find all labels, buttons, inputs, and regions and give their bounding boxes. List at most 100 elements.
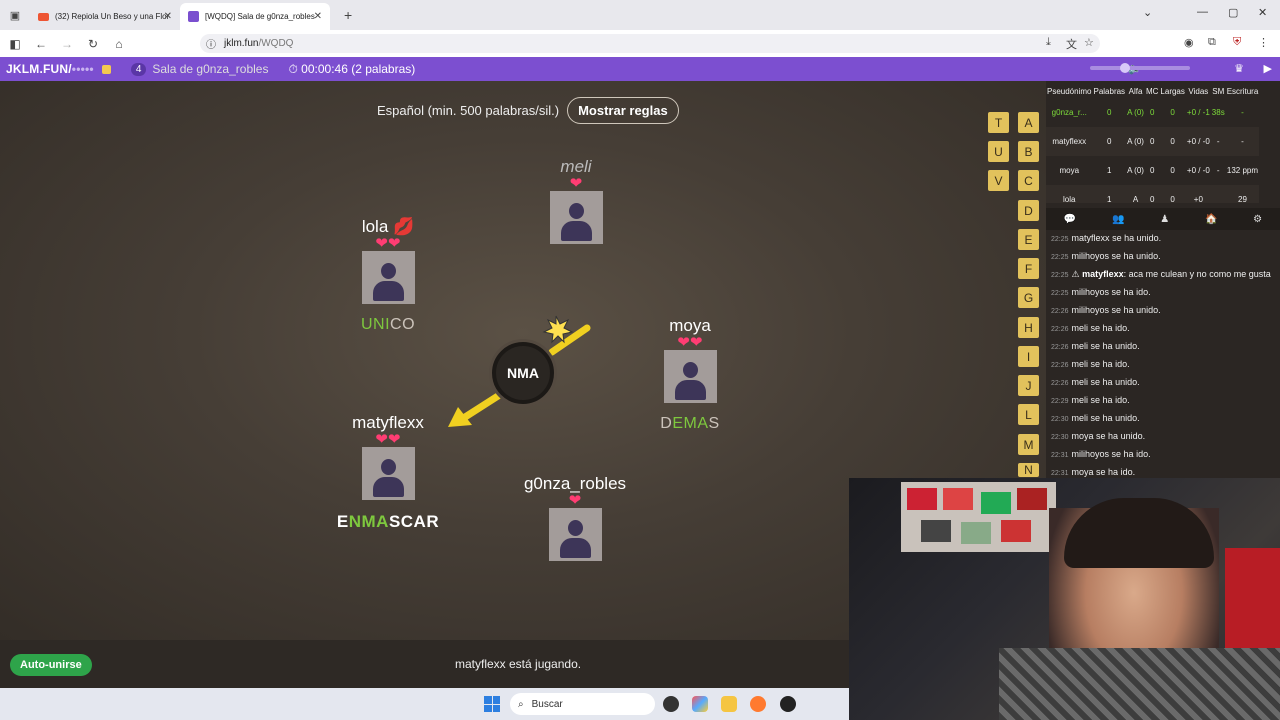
- show-rules-button[interactable]: Mostrar reglas: [567, 97, 679, 124]
- bonus-letter: U: [988, 141, 1009, 162]
- url-path: /WQDQ: [258, 38, 294, 49]
- menu-icon[interactable]: ⋮: [1258, 36, 1269, 49]
- chat-message: 22:26 meli se ha unido.: [1051, 377, 1140, 387]
- lives-hearts-icon: ❤❤: [375, 431, 401, 448]
- tab-title: [WQDQ] Sala de g0nza_robles: [205, 12, 315, 21]
- tab-list-icon[interactable]: ▣: [0, 9, 30, 22]
- chat-message: 22:30 meli se ha unido.: [1051, 413, 1140, 423]
- url-host: jklm.fun: [224, 38, 259, 49]
- collapse-sidebar-icon[interactable]: ▶: [1264, 62, 1272, 75]
- back-icon[interactable]: ←: [30, 37, 52, 51]
- chat-message: 22:31 milihoyos se ha ido.: [1051, 449, 1151, 459]
- site-info-icon[interactable]: ⓘ: [206, 36, 216, 51]
- shield-extension-icon[interactable]: ⛨: [1233, 36, 1241, 49]
- bonus-letter: G: [1018, 287, 1039, 308]
- player-count-badge: 4: [130, 62, 147, 76]
- bookmark-star-icon[interactable]: ☆: [1084, 36, 1094, 49]
- player-name: lola 💋: [361, 217, 415, 236]
- sidebar-toggle-icon[interactable]: ◧: [4, 37, 26, 51]
- windows-start-icon[interactable]: [484, 696, 500, 712]
- firefox-icon[interactable]: [750, 696, 766, 712]
- volume-knob[interactable]: [1120, 63, 1130, 73]
- dictionary-label: Español (min. 500 palabras/sil.): [377, 103, 560, 118]
- players-tab-icon[interactable]: 👥: [1112, 214, 1124, 225]
- sidebar-tabs: 💬 👥 ♟ 🏠 ⚙: [1046, 208, 1280, 230]
- webcam-overlay: [849, 478, 1280, 720]
- lives-hearts-icon: ❤❤: [677, 334, 703, 351]
- bonus-letter: I: [1018, 346, 1039, 367]
- app-icon[interactable]: [780, 696, 796, 712]
- col-header[interactable]: Largas: [1159, 81, 1185, 98]
- close-tab-icon[interactable]: ✕: [164, 11, 172, 22]
- translate-icon[interactable]: 文: [1066, 36, 1077, 52]
- col-header[interactable]: Vidas: [1186, 81, 1211, 98]
- copilot-icon[interactable]: [692, 696, 708, 712]
- browser-tab-jklm[interactable]: [WQDQ] Sala de g0nza_robles ✕: [180, 3, 330, 30]
- rules-bar: Español (min. 500 palabras/sil.) Mostrar…: [377, 97, 679, 124]
- player-lola: lola 💋 ❤❤ UNICO: [308, 217, 468, 334]
- settings-tab-icon[interactable]: ⚙: [1253, 214, 1262, 225]
- browser-tab-strip: ▣ (32) Repiola Un Beso y una Flor ✕ [WQD…: [0, 0, 1280, 30]
- bonus-letter: V: [988, 170, 1009, 191]
- chat-message: 22:26 meli se ha ido.: [1051, 359, 1130, 369]
- chat-tab-icon[interactable]: 💬: [1064, 214, 1076, 225]
- windows-taskbar: ⌕ Buscar: [0, 688, 849, 720]
- youtube-favicon-icon: [38, 12, 49, 21]
- bonus-letter: E: [1018, 229, 1039, 250]
- col-header[interactable]: MC: [1145, 81, 1159, 98]
- last-word: UNICO: [360, 316, 416, 333]
- lock-icon[interactable]: [101, 64, 111, 74]
- player-name: moya: [669, 316, 711, 335]
- col-header[interactable]: SM: [1211, 81, 1226, 98]
- last-word: DEMAS: [660, 415, 720, 432]
- chat-message: 22:26 meli se ha ido.: [1051, 323, 1130, 333]
- close-tab-icon[interactable]: ✕: [314, 11, 322, 22]
- account-icon[interactable]: ◉: [1184, 36, 1194, 49]
- chat-message: 22:30 moya se ha unido.: [1051, 431, 1146, 441]
- bonus-letter: M: [1018, 434, 1039, 455]
- home-icon[interactable]: ⌂: [108, 37, 130, 51]
- forward-icon[interactable]: →: [56, 37, 78, 51]
- col-header[interactable]: Alfa: [1126, 81, 1145, 98]
- bonus-letter: C: [1018, 170, 1039, 191]
- avatar: [663, 350, 717, 403]
- bonus-letter: J: [1018, 375, 1039, 396]
- maximize-icon[interactable]: ▢: [1228, 6, 1238, 19]
- bomb-syllable: NMA: [492, 342, 554, 404]
- bonus-letter: D: [1018, 200, 1039, 221]
- tab-dropdown-icon[interactable]: ⌄: [1143, 6, 1152, 19]
- room-name: Sala de g0nza_robles: [152, 62, 269, 76]
- extensions-icon[interactable]: ⧉: [1208, 36, 1216, 49]
- file-explorer-icon[interactable]: [721, 696, 737, 712]
- site-brand[interactable]: JKLM.FUN/•••••: [6, 62, 94, 76]
- avatar: [548, 508, 602, 561]
- close-window-icon[interactable]: ✕: [1258, 6, 1267, 19]
- chat-message: 22:25 milihoyos se ha unido.: [1051, 251, 1161, 261]
- minimize-icon[interactable]: —: [1197, 6, 1208, 18]
- sidebar: Pseudónimo Palabras Alfa MC Largas Vidas…: [1046, 81, 1280, 481]
- avatar: [361, 251, 415, 304]
- download-icon[interactable]: ⤓: [1046, 36, 1051, 49]
- col-header[interactable]: Pseudónimo: [1046, 81, 1092, 98]
- address-bar[interactable]: ⓘ jklm.fun/WQDQ: [200, 34, 1100, 53]
- volume-slider[interactable]: [1090, 63, 1190, 73]
- auto-join-button[interactable]: Auto-unirse: [10, 654, 92, 676]
- col-header[interactable]: Palabras: [1092, 81, 1126, 98]
- chat-log[interactable]: 22:25 matyflexx se ha unido. 22:25 milihoy…: [1046, 230, 1276, 480]
- player-name: g0nza_robles: [523, 474, 627, 493]
- player-name: meli: [560, 157, 592, 176]
- reload-icon[interactable]: ↻: [82, 37, 104, 51]
- stats-tab-icon[interactable]: ♟: [1160, 214, 1169, 225]
- taskbar-search[interactable]: ⌕ Buscar: [510, 693, 655, 715]
- col-header[interactable]: Escritura: [1226, 81, 1260, 98]
- search-icon: ⌕: [518, 698, 524, 710]
- crown-icon[interactable]: ♛: [1234, 62, 1244, 75]
- app-icon[interactable]: [663, 696, 679, 712]
- browser-tab-youtube[interactable]: (32) Repiola Un Beso y una Flor ✕: [30, 3, 180, 30]
- lives-hearts-icon: ❤: [569, 175, 583, 192]
- bonus-letter: B: [1018, 141, 1039, 162]
- new-tab-icon[interactable]: +: [344, 7, 352, 23]
- lives-hearts-icon: ❤❤: [375, 235, 401, 252]
- room-tab-icon[interactable]: 🏠: [1205, 214, 1217, 225]
- table-row: matyflexx 0 A (0) 0 0 +0 / -0- -: [1046, 127, 1260, 156]
